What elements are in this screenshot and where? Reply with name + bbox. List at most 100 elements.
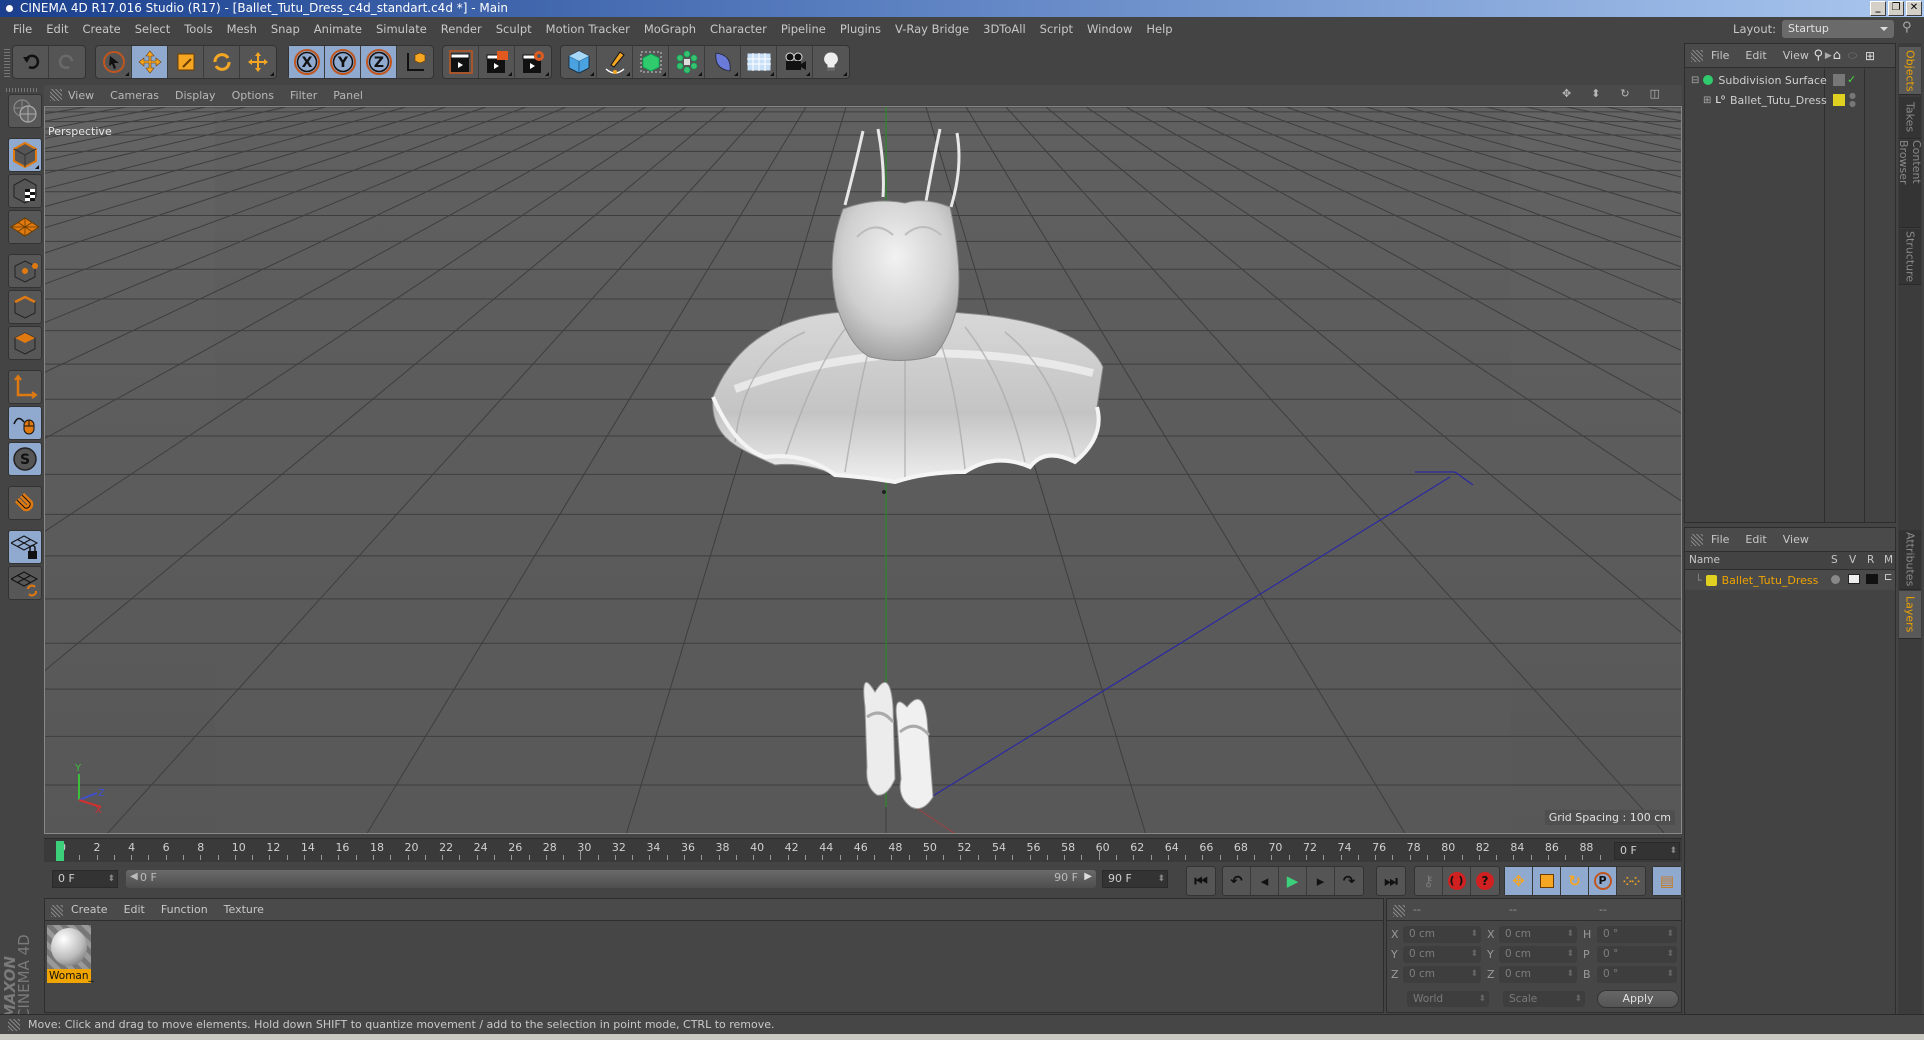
size-x-field[interactable]: 0 cm — [1499, 926, 1577, 943]
objects-menu-file[interactable]: File — [1711, 49, 1729, 62]
polygons-mode-icon[interactable] — [8, 326, 42, 360]
coordinate-mode-select[interactable]: Scale — [1503, 991, 1585, 1007]
menu-mesh[interactable]: Mesh — [227, 22, 257, 36]
move-icon[interactable] — [132, 46, 168, 78]
timeline-window-icon[interactable]: ▤ — [1653, 867, 1681, 895]
layer-name[interactable]: Ballet_Tutu_Dress — [1722, 574, 1819, 587]
menu-motion-tracker[interactable]: Motion Tracker — [546, 22, 630, 36]
redo-icon[interactable] — [49, 46, 85, 78]
menu-help[interactable]: Help — [1146, 22, 1172, 36]
scale-icon[interactable] — [168, 46, 204, 78]
rot-b-field[interactable]: 0 ° — [1597, 966, 1677, 983]
pos-y-field[interactable]: 0 cm — [1403, 946, 1481, 963]
autokey-icon[interactable]: ( ) — [1443, 867, 1471, 895]
visibility-dots-icon[interactable]: ● ● — [1849, 92, 1856, 108]
menu-mograph[interactable]: MoGraph — [644, 22, 696, 36]
tab-takes[interactable]: Takes — [1899, 97, 1921, 139]
cube-primitive-icon[interactable] — [561, 46, 597, 78]
undo-icon[interactable] — [13, 46, 49, 78]
menu-tools[interactable]: Tools — [184, 22, 212, 36]
objects-panel-grip[interactable] — [1691, 50, 1703, 62]
material-swatch[interactable]: Woman_ — [47, 925, 94, 983]
layout-dropdown[interactable]: Startup — [1782, 20, 1894, 38]
pos-z-field[interactable]: 0 cm — [1403, 966, 1481, 983]
cloner-icon[interactable] — [669, 46, 705, 78]
editor-render-toggle-icon[interactable] — [1833, 74, 1845, 86]
menu-create[interactable]: Create — [83, 22, 121, 36]
next-key-icon[interactable]: ↷ — [1335, 867, 1363, 895]
texture-mode-icon[interactable] — [8, 174, 42, 208]
y-axis-lock-icon[interactable]: Y — [325, 46, 361, 78]
rot-h-field[interactable]: 0 ° — [1597, 926, 1677, 943]
layer-color-swatch[interactable] — [1705, 574, 1717, 586]
current-frame-field[interactable]: 0 F — [1614, 842, 1680, 860]
layer-row[interactable]: └ Ballet_Tutu_Dress ⊏ — [1685, 570, 1895, 590]
more-menu-arrow-icon[interactable]: ▶ — [1825, 51, 1832, 61]
render-clapper-icon[interactable] — [1866, 574, 1878, 584]
objects-menu-view[interactable]: View — [1783, 49, 1809, 62]
menu-window[interactable]: Window — [1087, 22, 1132, 36]
snap-magnet-icon[interactable] — [8, 486, 42, 520]
tab-layers[interactable]: Layers — [1899, 591, 1921, 639]
key-rotation-icon[interactable]: ↻ — [1561, 867, 1589, 895]
move-view-icon[interactable]: ✥ — [1562, 87, 1571, 100]
collapse-icon[interactable]: ⊟ — [1691, 75, 1699, 86]
material-menu-create[interactable]: Create — [71, 903, 108, 916]
floor-environment-icon[interactable] — [741, 46, 777, 78]
viewport-menu-options[interactable]: Options — [232, 89, 274, 102]
enabled-check-icon[interactable]: ✓ — [1847, 73, 1856, 86]
menu-simulate[interactable]: Simulate — [376, 22, 427, 36]
tab-structure[interactable]: Structure — [1899, 229, 1921, 285]
key-parameter-icon[interactable]: P — [1589, 867, 1617, 895]
manager-icon[interactable]: ⊏ — [1884, 572, 1892, 583]
menu-vray-bridge[interactable]: V-Ray Bridge — [895, 22, 969, 36]
go-to-start-icon[interactable]: ⏮ — [1187, 867, 1215, 895]
record-disabled-icon[interactable]: ⚷ — [1415, 867, 1443, 895]
light-icon[interactable] — [813, 46, 849, 78]
menu-character[interactable]: Character — [710, 22, 767, 36]
size-y-field[interactable]: 0 cm — [1499, 946, 1577, 963]
rotate-icon[interactable] — [204, 46, 240, 78]
tweak-mode-icon[interactable] — [8, 406, 42, 440]
status-grip[interactable] — [8, 1019, 20, 1031]
x-axis-lock-icon[interactable]: X — [289, 46, 325, 78]
previous-key-icon[interactable]: ↶ — [1223, 867, 1251, 895]
pen-spline-icon[interactable] — [597, 46, 633, 78]
points-mode-icon[interactable] — [8, 254, 42, 288]
layer-color-swatch[interactable] — [1833, 94, 1845, 106]
model-mode-icon[interactable] — [8, 138, 42, 172]
z-axis-lock-icon[interactable]: Z — [361, 46, 397, 78]
column-name[interactable]: Name — [1689, 554, 1720, 566]
expand-icon[interactable]: ⊞ — [1703, 95, 1711, 106]
layers-menu-edit[interactable]: Edit — [1745, 533, 1766, 546]
live-selection-icon[interactable] — [96, 46, 132, 78]
coordinate-system-icon[interactable] — [397, 46, 433, 78]
end-frame-field[interactable]: 90 F — [1102, 870, 1168, 888]
solo-mode-icon[interactable]: S — [8, 442, 42, 476]
current-frame-marker[interactable] — [56, 841, 64, 861]
previous-frame-icon[interactable]: ◂ — [1251, 867, 1279, 895]
material-name[interactable]: Woman_ — [47, 969, 94, 983]
render-picture-viewer-icon[interactable] — [479, 46, 515, 78]
tab-objects[interactable]: Objects — [1899, 47, 1921, 95]
keyframe-selection-icon[interactable]: ? — [1471, 867, 1499, 895]
home-icon[interactable]: ⌂ — [1833, 48, 1841, 63]
axis-mode-icon[interactable] — [8, 370, 42, 404]
solo-toggle-icon[interactable] — [1831, 575, 1840, 584]
start-frame-field[interactable]: 0 F — [52, 870, 118, 888]
render-settings-icon[interactable] — [515, 46, 551, 78]
next-frame-icon[interactable]: ▸ — [1307, 867, 1335, 895]
eye-toggle-icon[interactable]: ⬭ — [1848, 49, 1857, 63]
left-toolbar-grip[interactable] — [6, 88, 38, 92]
subdivision-surface-icon[interactable] — [633, 46, 669, 78]
coordinate-space-select[interactable]: World — [1407, 991, 1489, 1007]
objects-menu-edit[interactable]: Edit — [1745, 49, 1766, 62]
viewport-menu-cameras[interactable]: Cameras — [110, 89, 159, 102]
menu-3dtoall[interactable]: 3DToAll — [983, 22, 1026, 36]
menu-plugins[interactable]: Plugins — [840, 22, 881, 36]
column-solo[interactable]: S — [1831, 554, 1838, 566]
key-pla-icon[interactable]: ⁘⁘ — [1617, 867, 1645, 895]
menu-snap[interactable]: Snap — [271, 22, 300, 36]
material-menu-texture[interactable]: Texture — [224, 903, 264, 916]
toolbar-grip[interactable] — [4, 49, 10, 77]
